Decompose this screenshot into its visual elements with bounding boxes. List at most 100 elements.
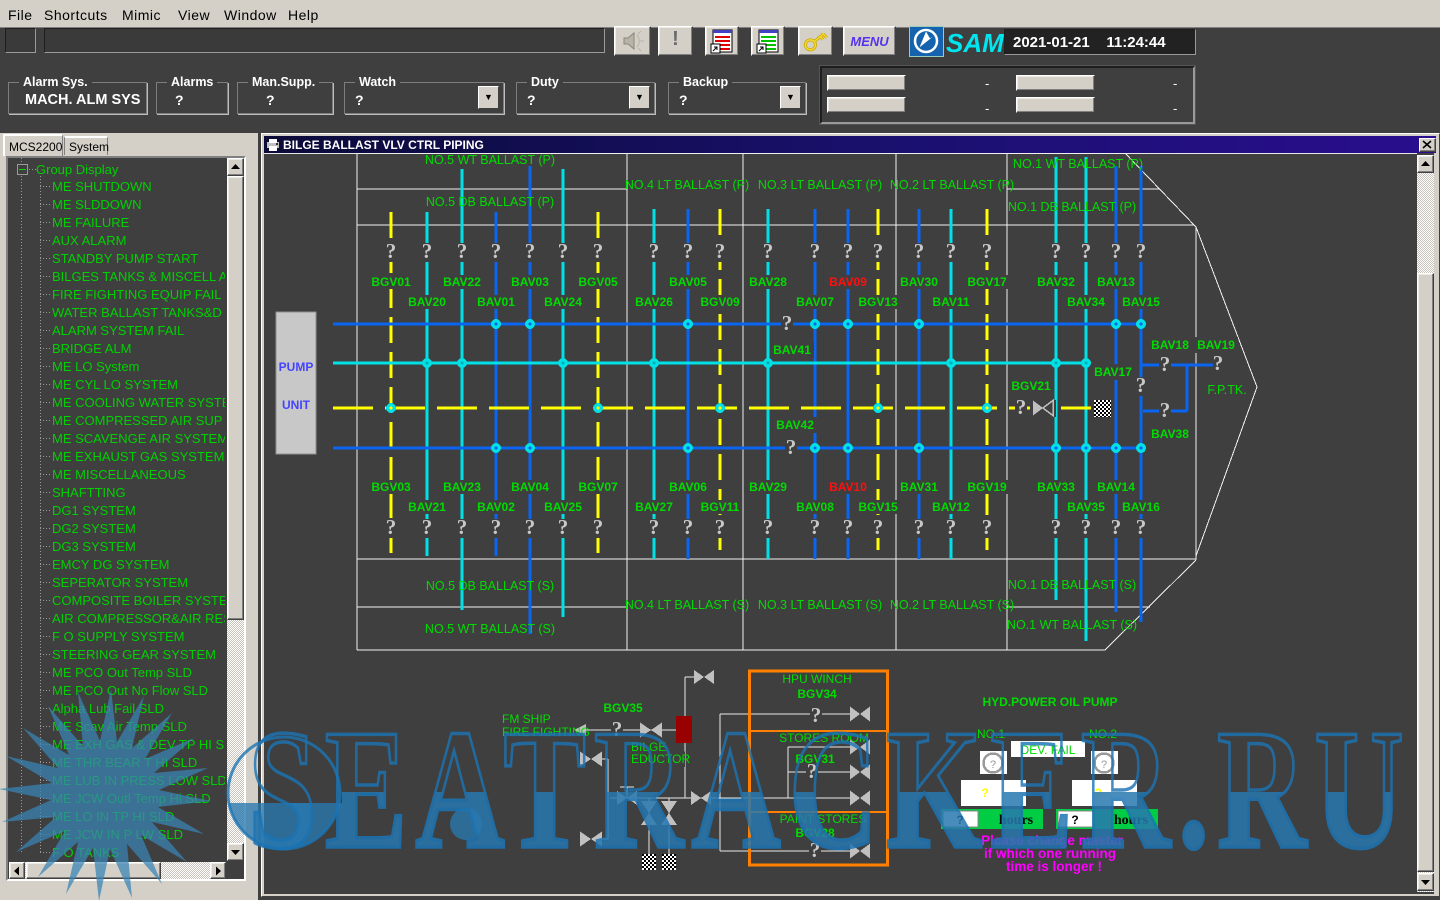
svg-text:BAV20: BAV20 <box>408 295 446 309</box>
svg-text:DEV. FAIL: DEV. FAIL <box>1021 743 1076 757</box>
svg-text:BAV41: BAV41 <box>773 343 811 357</box>
svg-text:?: ? <box>457 239 468 263</box>
svg-text:BAV04: BAV04 <box>511 480 549 494</box>
svg-text:BAV12: BAV12 <box>932 500 970 514</box>
svg-text:BGV01: BGV01 <box>371 275 411 289</box>
svg-text:BGV35: BGV35 <box>603 701 643 715</box>
svg-text:BGV21: BGV21 <box>1011 379 1051 393</box>
svg-text:?: ? <box>982 239 993 263</box>
svg-text:BGV34: BGV34 <box>797 687 837 701</box>
svg-text:BAV38: BAV38 <box>1151 427 1189 441</box>
svg-text:BGV07: BGV07 <box>578 480 618 494</box>
svg-text:BAV25: BAV25 <box>544 500 582 514</box>
svg-text:HYD.POWER OIL PUMP: HYD.POWER OIL PUMP <box>982 695 1117 709</box>
svg-text:?: ? <box>457 515 468 539</box>
svg-text:?: ? <box>946 239 957 263</box>
svg-text:?: ? <box>1071 813 1078 827</box>
svg-text:BAV08: BAV08 <box>796 500 834 514</box>
svg-text:?: ? <box>990 759 996 771</box>
svg-text:?: ? <box>1111 239 1122 263</box>
svg-text:BAV06: BAV06 <box>669 480 707 494</box>
svg-text:NO.2: NO.2 <box>1089 727 1117 741</box>
svg-text:?: ? <box>810 239 821 263</box>
svg-text:?: ? <box>1081 239 1092 263</box>
svg-text:BAV19: BAV19 <box>1197 338 1235 352</box>
svg-text:?: ? <box>1101 759 1107 771</box>
svg-text:BGV19: BGV19 <box>967 480 1007 494</box>
svg-text:BAV21: BAV21 <box>408 500 446 514</box>
svg-text:?: ? <box>683 515 694 539</box>
svg-text:?: ? <box>763 239 774 263</box>
svg-text:BAV23: BAV23 <box>443 480 481 494</box>
svg-text:?: ? <box>1081 515 1092 539</box>
svg-text:?: ? <box>763 515 774 539</box>
svg-text:NO.4 LT BALLAST (S): NO.4 LT BALLAST (S) <box>625 598 749 612</box>
svg-text:BAV07: BAV07 <box>796 295 834 309</box>
svg-text:BAV26: BAV26 <box>635 295 673 309</box>
svg-text:?: ? <box>612 717 623 741</box>
svg-text:NO.1: NO.1 <box>977 727 1005 741</box>
svg-text:BAV03: BAV03 <box>511 275 549 289</box>
svg-text:?: ? <box>558 239 569 263</box>
svg-text:?: ? <box>1051 239 1062 263</box>
svg-text:BAV09: BAV09 <box>829 275 867 289</box>
svg-text:?: ? <box>1051 515 1062 539</box>
svg-text:BAV17: BAV17 <box>1094 365 1132 379</box>
svg-text:?: ? <box>649 239 660 263</box>
svg-text:?: ? <box>491 239 502 263</box>
svg-text:BAV02: BAV02 <box>477 500 515 514</box>
svg-text:BAV13: BAV13 <box>1097 275 1135 289</box>
svg-text:BAV28: BAV28 <box>749 275 787 289</box>
svg-text:?: ? <box>1094 786 1101 800</box>
svg-text:NO.5 DB BALLAST (S): NO.5 DB BALLAST (S) <box>426 579 554 593</box>
svg-text:?: ? <box>491 515 502 539</box>
svg-text:time is longer !: time is longer ! <box>1006 859 1102 874</box>
svg-text:?: ? <box>386 239 397 263</box>
svg-text:PUMP: PUMP <box>279 360 314 374</box>
svg-text:BAV31: BAV31 <box>900 480 938 494</box>
svg-text:NO.5 DB BALLAST (P): NO.5 DB BALLAST (P) <box>426 195 554 209</box>
svg-text:?: ? <box>1160 352 1171 376</box>
svg-text:BGV11: BGV11 <box>701 500 740 514</box>
svg-text:NO.5 WT BALLAST (S): NO.5 WT BALLAST (S) <box>425 622 555 636</box>
svg-text:BAV05: BAV05 <box>669 275 707 289</box>
svg-text:BAV22: BAV22 <box>443 275 481 289</box>
svg-text:?: ? <box>525 515 536 539</box>
svg-text:STORES ROOM: STORES ROOM <box>779 731 869 745</box>
svg-text:NO.2 LT BALLAST (S): NO.2 LT BALLAST (S) <box>890 598 1014 612</box>
svg-text:F.P.TK.: F.P.TK. <box>1207 383 1246 397</box>
svg-text:?: ? <box>810 838 821 862</box>
svg-text:?: ? <box>422 239 433 263</box>
svg-text:BAV24: BAV24 <box>544 295 582 309</box>
svg-text:NO.2 LT BALLAST (P): NO.2 LT BALLAST (P) <box>890 178 1014 192</box>
svg-text:HPU WINCH: HPU WINCH <box>782 672 851 686</box>
svg-text:BGV13: BGV13 <box>858 295 898 309</box>
svg-text:?: ? <box>1136 239 1147 263</box>
svg-text:BAV32: BAV32 <box>1037 275 1075 289</box>
svg-text:FIRE FIGHTING: FIRE FIGHTING <box>502 725 590 739</box>
svg-text:?: ? <box>1136 515 1147 539</box>
svg-text:?: ? <box>1016 395 1027 419</box>
svg-text:BGV15: BGV15 <box>858 500 898 514</box>
svg-text:NO.3 LT BALLAST (S): NO.3 LT BALLAST (S) <box>758 598 882 612</box>
svg-text:NO.1 WT BALLAST (S): NO.1 WT BALLAST (S) <box>1007 618 1137 632</box>
svg-text:BAV30: BAV30 <box>900 275 938 289</box>
svg-text:BGV03: BGV03 <box>371 480 411 494</box>
svg-text:NO.1 WT BALLAST (P): NO.1 WT BALLAST (P) <box>1013 157 1143 171</box>
svg-text:BAV10: BAV10 <box>829 480 867 494</box>
svg-text:?: ? <box>386 515 397 539</box>
svg-text:NO.1 DB BALLAST (P): NO.1 DB BALLAST (P) <box>1008 200 1136 214</box>
svg-text:NO.3 LT BALLAST (P): NO.3 LT BALLAST (P) <box>758 178 882 192</box>
svg-text:BAV34: BAV34 <box>1067 295 1105 309</box>
svg-text:?: ? <box>525 239 536 263</box>
svg-text:?: ? <box>1136 373 1147 397</box>
svg-text:?: ? <box>843 515 854 539</box>
svg-text:BAV14: BAV14 <box>1097 480 1135 494</box>
svg-text:?: ? <box>715 239 726 263</box>
svg-text:?: ? <box>811 703 822 727</box>
svg-text:?: ? <box>782 311 793 335</box>
svg-text:?: ? <box>982 515 993 539</box>
svg-text:?: ? <box>715 515 726 539</box>
svg-text:?: ? <box>1213 351 1224 375</box>
svg-text:BAV15: BAV15 <box>1122 295 1160 309</box>
